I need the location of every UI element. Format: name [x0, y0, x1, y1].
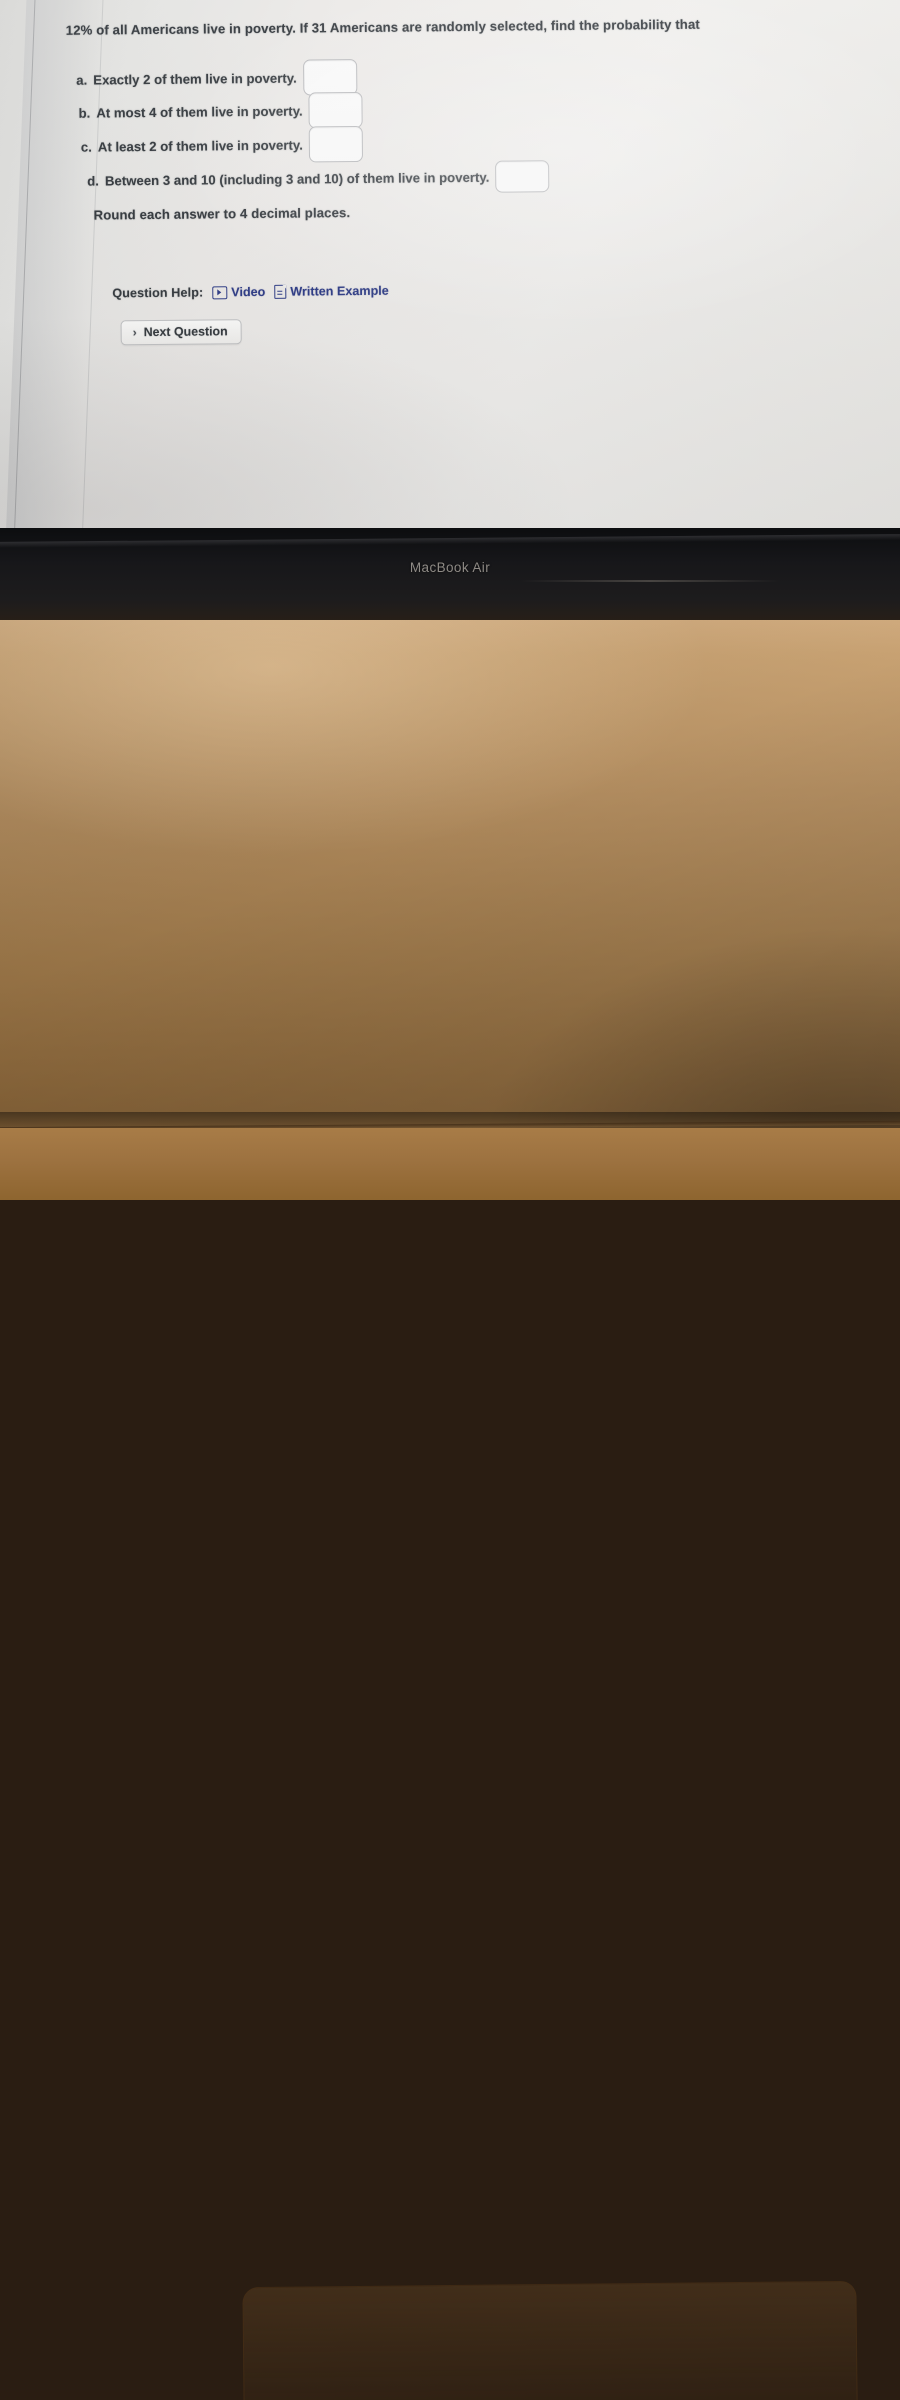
written-example-link[interactable]: Written Example [274, 284, 389, 299]
document-icon [274, 284, 287, 299]
part-d-text: Between 3 and 10 (including 3 and 10) of… [104, 169, 490, 188]
part-d-marker: d. [87, 173, 100, 189]
part-c-marker: c. [80, 139, 92, 155]
video-help-label: Video [231, 284, 266, 300]
part-a-text: Exactly 2 of them live in poverty. [93, 70, 297, 88]
chevron-right-icon: › [132, 325, 137, 340]
next-question-label: Next Question [143, 324, 228, 340]
answer-input-a[interactable] [302, 59, 357, 96]
display-bezel: MacBook Air [0, 528, 900, 628]
question-part-b: b. At most 4 of them live in poverty. [78, 91, 363, 131]
macbook-air-brand-label: MacBook Air [409, 560, 491, 575]
video-play-icon [212, 285, 228, 299]
rounding-note: Round each answer to 4 decimal places. [93, 205, 351, 223]
trackpad[interactable] [242, 2280, 858, 2400]
part-b-text: At most 4 of them live in poverty. [96, 103, 303, 121]
answer-input-c[interactable] [308, 125, 363, 163]
part-b-marker: b. [78, 105, 91, 121]
written-example-label: Written Example [290, 283, 389, 299]
question-prompt: 12% of all Americans live in poverty. If… [65, 16, 700, 38]
laptop-screen: 12% of all Americans live in poverty. If… [0, 0, 900, 536]
bezel-glint [520, 580, 780, 582]
homework-question-content: 12% of all Americans live in poverty. If… [0, 0, 900, 536]
question-part-c: c. At least 2 of them live in poverty. [80, 125, 363, 165]
video-help-link[interactable]: Video [212, 285, 265, 300]
question-help-row: Question Help: Video Written Example [112, 284, 389, 301]
next-question-button[interactable]: › Next Question [120, 319, 242, 346]
answer-input-b[interactable] [308, 91, 363, 129]
question-help-label: Question Help: [112, 285, 204, 301]
answer-input-d[interactable] [495, 160, 550, 193]
question-part-d: d. Between 3 and 10 (including 3 and 10)… [87, 160, 550, 196]
palmrest [0, 1128, 900, 2400]
part-c-text: At least 2 of them live in poverty. [97, 137, 303, 155]
part-a-marker: a. [76, 72, 88, 88]
hinge-line [0, 534, 900, 548]
